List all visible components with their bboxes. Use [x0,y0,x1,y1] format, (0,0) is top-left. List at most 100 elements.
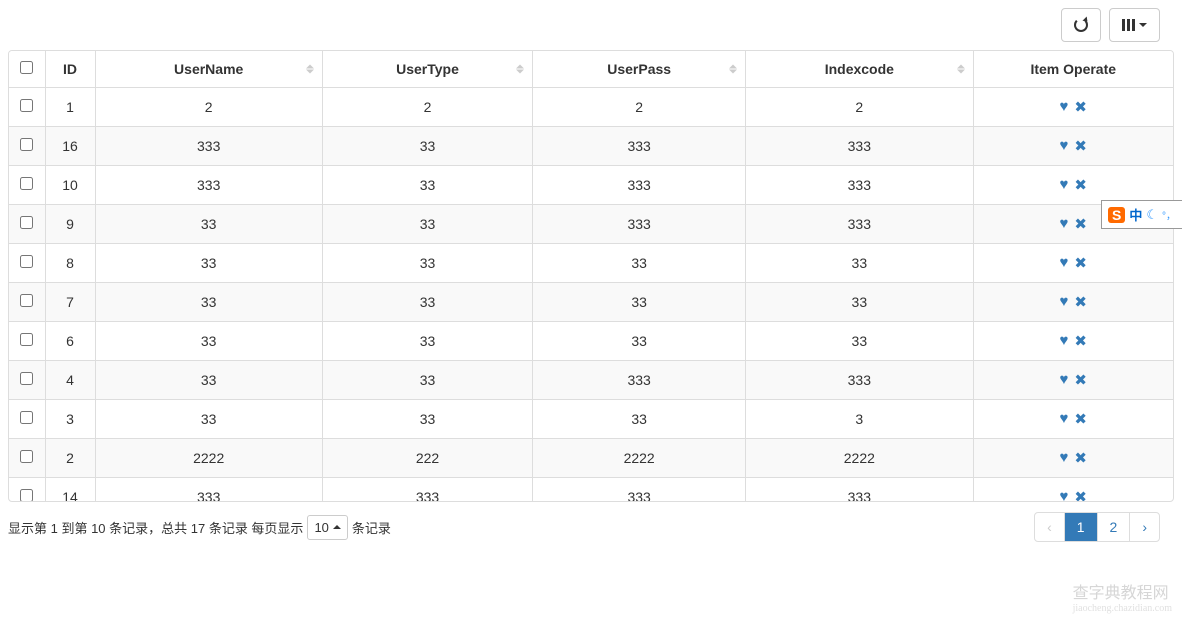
table-row: 12222♥✖ [9,88,1173,127]
row-checkbox[interactable] [20,450,33,463]
select-all-checkbox[interactable] [20,61,33,74]
cell-userpass: 33 [533,400,746,439]
table-row: 833333333♥✖ [9,244,1173,283]
caret-down-icon [1139,23,1147,27]
row-checkbox[interactable] [20,294,33,307]
header-username[interactable]: UserName [95,51,322,88]
refresh-button[interactable] [1061,8,1101,42]
cell-userpass: 333 [533,166,746,205]
row-checkbox[interactable] [20,333,33,346]
cell-indexcode: 333 [746,127,973,166]
table-row: 2222222222222222♥✖ [9,439,1173,478]
header-userpass-label: UserPass [607,61,671,77]
page-2[interactable]: 2 [1098,513,1131,541]
cell-id: 6 [45,322,95,361]
cell-userpass: 2222 [533,439,746,478]
cell-usertype: 333 [322,478,532,502]
heart-icon[interactable]: ♥ [1060,449,1069,467]
heart-icon[interactable]: ♥ [1060,371,1069,389]
cell-indexcode: 2 [746,88,973,127]
cell-userpass: 33 [533,283,746,322]
close-icon[interactable]: ✖ [1074,137,1087,155]
header-id: ID [45,51,95,88]
row-checkbox[interactable] [20,138,33,151]
page-next[interactable]: › [1130,513,1159,541]
cell-username: 33 [95,322,322,361]
heart-icon[interactable]: ♥ [1060,176,1069,194]
ime-badge[interactable]: S 中 ☾ °， [1101,200,1182,229]
cell-userpass: 333 [533,205,746,244]
close-icon[interactable]: ✖ [1074,293,1087,311]
cell-indexcode: 3 [746,400,973,439]
heart-icon[interactable]: ♥ [1060,332,1069,350]
heart-icon[interactable]: ♥ [1060,137,1069,155]
cell-usertype: 33 [322,205,532,244]
cell-usertype: 33 [322,361,532,400]
row-checkbox[interactable] [20,99,33,112]
cell-usertype: 33 [322,322,532,361]
close-icon[interactable]: ✖ [1074,488,1087,501]
table-scroll-area[interactable]: ID UserName UserType UserPass Indexc [9,51,1173,501]
pagination-info: 显示第 1 到第 10 条记录，总共 17 条记录 每页显示 10 条记录 [8,515,391,540]
header-usertype[interactable]: UserType [322,51,532,88]
close-icon[interactable]: ✖ [1074,176,1087,194]
table-row: 33333333♥✖ [9,400,1173,439]
cell-username: 2 [95,88,322,127]
header-usertype-label: UserType [396,61,459,77]
cell-username: 333 [95,127,322,166]
row-checkbox[interactable] [20,411,33,424]
cell-indexcode: 333 [746,166,973,205]
cell-userpass: 333 [533,361,746,400]
header-operate: Item Operate [973,51,1173,88]
sort-icon [306,65,314,74]
page-size-select[interactable]: 10 [307,515,347,540]
sogou-logo-icon: S [1108,207,1125,223]
cell-usertype: 33 [322,127,532,166]
row-checkbox[interactable] [20,372,33,385]
page-1[interactable]: 1 [1065,513,1098,541]
close-icon[interactable]: ✖ [1074,449,1087,467]
ime-lang-label: 中 [1129,205,1142,224]
cell-userpass: 2 [533,88,746,127]
close-icon[interactable]: ✖ [1074,410,1087,428]
row-checkbox[interactable] [20,255,33,268]
page-prev[interactable]: ‹ [1035,513,1065,541]
watermark: 查字典教程网 jiaocheng.chazidian.com [1073,579,1172,614]
cell-id: 10 [45,166,95,205]
cell-username: 333 [95,166,322,205]
cell-userpass: 333 [533,127,746,166]
row-checkbox[interactable] [20,216,33,229]
close-icon[interactable]: ✖ [1074,215,1087,233]
ime-punct-icon: °， [1162,207,1176,222]
header-indexcode-label: Indexcode [825,61,894,77]
pagination: ‹12› [1034,512,1160,542]
data-table: ID UserName UserType UserPass Indexc [9,51,1173,501]
table-row: 43333333333♥✖ [9,361,1173,400]
close-icon[interactable]: ✖ [1074,332,1087,350]
heart-icon[interactable]: ♥ [1060,293,1069,311]
close-icon[interactable]: ✖ [1074,98,1087,116]
heart-icon[interactable]: ♥ [1060,215,1069,233]
sort-icon [957,65,965,74]
columns-button[interactable] [1109,8,1160,42]
heart-icon[interactable]: ♥ [1060,98,1069,116]
row-checkbox[interactable] [20,177,33,190]
header-indexcode[interactable]: Indexcode [746,51,973,88]
close-icon[interactable]: ✖ [1074,371,1087,389]
cell-id: 8 [45,244,95,283]
heart-icon[interactable]: ♥ [1060,488,1069,501]
heart-icon[interactable]: ♥ [1060,410,1069,428]
cell-id: 14 [45,478,95,502]
cell-username: 2222 [95,439,322,478]
cell-usertype: 33 [322,244,532,283]
cell-usertype: 2 [322,88,532,127]
heart-icon[interactable]: ♥ [1060,254,1069,272]
columns-icon [1122,19,1135,31]
cell-id: 1 [45,88,95,127]
header-userpass[interactable]: UserPass [533,51,746,88]
close-icon[interactable]: ✖ [1074,254,1087,272]
row-checkbox[interactable] [20,489,33,501]
cell-username: 33 [95,244,322,283]
table-row: 1633333333333♥✖ [9,127,1173,166]
table-row: 733333333♥✖ [9,283,1173,322]
